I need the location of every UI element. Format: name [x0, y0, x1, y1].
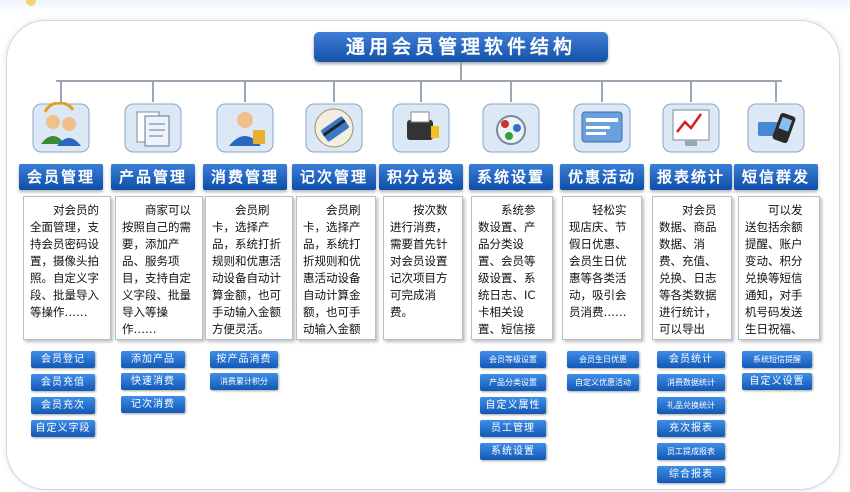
module-connector [152, 80, 154, 102]
module-description-1: 对会员的全面管理，支持会员密码设置，摄像头拍照。自定义字段、批量导入等操作…… [23, 196, 111, 340]
module-description-4: 会员刷卡，选择产品，系统打折规则和优惠活动设备自动计算金额，也可手动输入金额方便… [296, 196, 376, 340]
sub-button[interactable]: 自定义设置 [742, 373, 812, 390]
module-button-7[interactable]: 优惠活动 [560, 164, 644, 190]
promotion-icon [572, 102, 632, 154]
sub-button[interactable]: 系统设置 [480, 443, 546, 460]
sub-button[interactable]: 礼品兑换统计 [657, 397, 725, 414]
sub-button[interactable]: 会员充值 [31, 374, 95, 391]
card-swipe-icon [304, 102, 364, 154]
sub-button[interactable]: 会员充次 [31, 397, 95, 414]
sub-button[interactable]: 综合报表 [657, 466, 725, 483]
sms-phone-icon [746, 102, 806, 154]
module-description-5: 按次数进行消费，需要首先针对会员设置记次项目方可完成消费。 [383, 196, 463, 340]
sub-button[interactable]: 会员登记 [31, 351, 95, 368]
module-connector [333, 80, 335, 102]
connector-bus [56, 80, 782, 82]
title-connector [460, 62, 462, 82]
module-connector [690, 80, 692, 102]
module-button-2[interactable]: 产品管理 [111, 164, 195, 190]
module-connector [244, 80, 246, 102]
printer-icon [391, 102, 451, 154]
module-connector [60, 80, 62, 102]
report-chart-icon [661, 102, 721, 154]
sub-button[interactable]: 消费累计积分 [210, 373, 278, 390]
sub-button[interactable]: 消费数据统计 [657, 374, 725, 391]
sub-button[interactable]: 系统短信提醒 [742, 351, 812, 368]
diagram-title: 通用会员管理软件结构 [314, 32, 608, 62]
module-description-2: 商家可以按照自己的需要，添加产品、服务项目，支持自定义字段、批量导入等操作…… [115, 196, 203, 340]
sub-button[interactable]: 员工管理 [480, 420, 546, 437]
members-icon [31, 101, 91, 154]
sub-button[interactable]: 按产品消费 [210, 351, 278, 368]
sub-button[interactable]: 记次消费 [121, 396, 185, 413]
module-connector [775, 80, 777, 102]
module-connector [601, 80, 603, 102]
module-description-9: 可以发送包括余额提醒、账户变动、积分兑换等短信通知，对手机号码发送生日祝福、促销… [738, 196, 820, 340]
module-button-1[interactable]: 会员管理 [19, 164, 103, 190]
module-button-5[interactable]: 积分兑换 [379, 164, 463, 190]
top-accent [26, 0, 36, 6]
sub-button[interactable]: 自定义优惠活动 [567, 374, 639, 391]
module-button-6[interactable]: 系统设置 [469, 164, 553, 190]
module-connector [420, 80, 422, 102]
sub-button[interactable]: 会员统计 [657, 351, 725, 368]
module-description-8: 对会员数据、商品数据、消费、充值、兑换、日志等各类数据进行统计，可以导出Exce… [652, 196, 732, 340]
module-button-9[interactable]: 短信群发 [734, 164, 818, 190]
sub-button[interactable]: 自定义字段 [31, 420, 95, 437]
module-description-3: 会员刷卡，选择产品，系统打折规则和优惠活动设备自动计算金额，也可手动输入金额方便… [205, 196, 293, 340]
module-description-6: 系统参数设置、产品分类设置、会员等级设置、系统日志、IC卡相关设置、短信接口设置… [471, 196, 553, 340]
module-button-4[interactable]: 记次管理 [292, 164, 376, 190]
module-connector [510, 80, 512, 102]
module-button-8[interactable]: 报表统计 [650, 164, 732, 190]
module-button-3[interactable]: 消费管理 [203, 164, 287, 190]
module-description-7: 轻松实现店庆、节假日优惠、会员生日优惠等各类活动，吸引会员消费…… [562, 196, 642, 340]
sub-button[interactable]: 产品分类设置 [480, 374, 546, 391]
sub-button[interactable]: 员工提成报表 [657, 443, 725, 460]
sub-button[interactable]: 会员等级设置 [480, 351, 546, 368]
sub-button[interactable]: 添加产品 [121, 351, 185, 368]
sub-button[interactable]: 充次报表 [657, 420, 725, 437]
products-icon [123, 102, 183, 154]
sub-button[interactable]: 会员生日优惠 [567, 351, 639, 368]
sub-button[interactable]: 自定义属性 [480, 397, 546, 414]
sub-button[interactable]: 快速消费 [121, 373, 185, 390]
settings-icon [481, 102, 541, 154]
consumption-icon [215, 102, 275, 154]
top-strip [0, 0, 850, 12]
